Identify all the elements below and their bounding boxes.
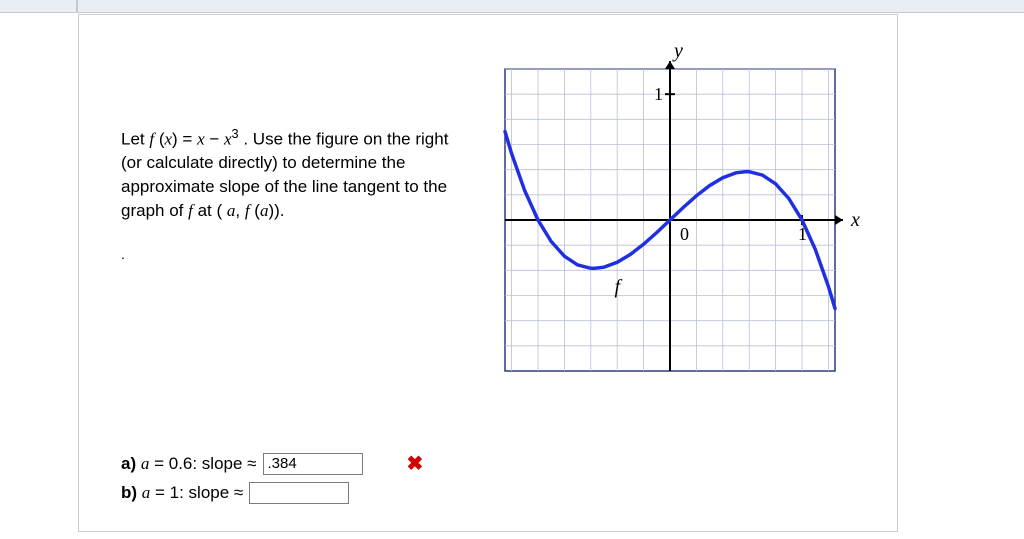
page-root: Let f (x) = x − x3 . Use the figure on t… <box>0 0 1024 539</box>
problem-card: Let f (x) = x − x3 . Use the figure on t… <box>78 14 898 532</box>
decorative-dot: . <box>121 245 471 265</box>
answer-a-label: a) a = 0.6: slope ≈ <box>121 454 257 474</box>
answer-b-label: b) a = 1: slope ≈ <box>121 483 243 503</box>
answer-a-input[interactable] <box>263 453 363 475</box>
graph-column: yx011f <box>479 35 875 377</box>
incorrect-icon: ✖ <box>407 451 424 476</box>
svg-text:1: 1 <box>654 84 663 104</box>
answers-block: a) a = 0.6: slope ≈ ✖ b) a = 1: slope ≈ <box>121 451 879 504</box>
svg-text:1: 1 <box>798 224 807 244</box>
answer-row-a: a) a = 0.6: slope ≈ ✖ <box>121 451 879 476</box>
problem-statement: Let f (x) = x − x3 . Use the figure on t… <box>121 125 471 223</box>
answer-row-b: b) a = 1: slope ≈ <box>121 482 879 504</box>
function-graph: yx011f <box>487 41 875 377</box>
svg-text:x: x <box>850 209 860 231</box>
chrome-divider <box>76 0 78 12</box>
svg-text:y: y <box>672 41 683 62</box>
svg-text:0: 0 <box>680 224 689 244</box>
content-row: Let f (x) = x − x3 . Use the figure on t… <box>121 35 879 377</box>
window-chrome-bar <box>0 0 1024 13</box>
answer-b-input[interactable] <box>249 482 349 504</box>
problem-text-column: Let f (x) = x − x3 . Use the figure on t… <box>121 35 471 264</box>
